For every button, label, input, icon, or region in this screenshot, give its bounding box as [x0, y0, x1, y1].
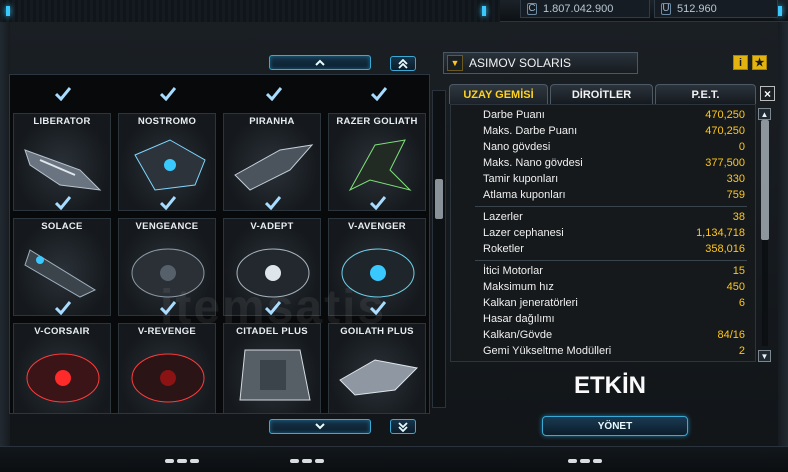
- ship-image: [131, 353, 205, 403]
- top-light: [482, 6, 486, 16]
- ship-card[interactable]: PIRANHA: [223, 113, 321, 211]
- ship-card[interactable]: LIBERATOR: [13, 113, 111, 211]
- ship-selector-value: ASIMOV SOLARIS: [469, 56, 572, 70]
- tab-bar: UZAY GEMİSİ DİROİTLER P.E.T.: [449, 84, 756, 104]
- ship-grid[interactable]: LIBERATOR NOSTROMO PIRANHA RAZER GOLIATH…: [9, 74, 430, 414]
- check-icon: [160, 87, 176, 101]
- chevron-down-icon: [315, 423, 325, 430]
- ship-image: [348, 139, 412, 192]
- stat-row: Maksimum hız 450: [483, 281, 745, 293]
- ship-name: V-CORSAIR: [34, 326, 90, 337]
- frame-edge: [778, 22, 788, 452]
- ship-image: [339, 359, 419, 396]
- ship-list-scrollbar[interactable]: [432, 90, 446, 408]
- bottom-indicator: [568, 459, 602, 463]
- star-icon[interactable]: ★: [752, 55, 767, 70]
- top-decoration: [0, 0, 500, 22]
- top-light: [778, 6, 782, 16]
- top-light: [6, 6, 10, 16]
- ship-name: V-ADEPT: [250, 221, 294, 232]
- tab-drones[interactable]: DİROİTLER: [550, 84, 653, 104]
- stat-row: Gemi Yükseltme Modülleri 2: [483, 345, 745, 357]
- ship-name: RAZER GOLIATH: [336, 116, 418, 127]
- watermark-text: itemsatis: [160, 281, 387, 334]
- stats-scroll-up-button[interactable]: ▲: [758, 108, 771, 120]
- stat-row: Darbe Puanı 470,250: [483, 109, 745, 121]
- scroll-down-button[interactable]: [269, 419, 371, 434]
- ship-name: PIRANHA: [249, 116, 295, 127]
- check-icon: [55, 87, 71, 101]
- scrollbar-thumb[interactable]: [761, 120, 769, 240]
- check-icon: [55, 301, 71, 315]
- check-icon: [265, 196, 281, 210]
- ship-card[interactable]: V-REVENGE: [118, 323, 216, 413]
- scroll-top-button[interactable]: [390, 56, 416, 71]
- ship-card[interactable]: GOILATH PLUS: [328, 323, 426, 413]
- top-bar: C 1.807.042.900 U 512.960: [0, 0, 788, 22]
- stat-row: Hasar dağılımı: [483, 313, 555, 325]
- stat-row: Kalkan jeneratörleri 6: [483, 297, 745, 309]
- stats-scroll-down-button[interactable]: ▼: [758, 350, 771, 362]
- stat-row: Lazerler 38: [483, 211, 745, 223]
- ship-image: [134, 139, 206, 191]
- ship-image: [26, 353, 100, 403]
- bottom-bar: [0, 446, 788, 472]
- check-icon: [370, 196, 386, 210]
- status-label: ETKİN: [574, 372, 646, 399]
- stat-row: Kalkan/Gövde 84/16: [483, 329, 745, 341]
- credits-display: C 1.807.042.900: [520, 0, 650, 18]
- ship-name: VENGEANCE: [135, 221, 199, 232]
- uridium-display: U 512.960: [654, 0, 778, 18]
- ship-image: [239, 349, 311, 401]
- ship-card[interactable]: RAZER GOLIATH: [328, 113, 426, 211]
- ship-card[interactable]: NOSTROMO: [118, 113, 216, 211]
- stat-row: Maks. Darbe Puanı 470,250: [483, 125, 745, 137]
- chevron-up-icon: [315, 59, 325, 66]
- check-icon: [55, 196, 71, 210]
- ship-name: NOSTROMO: [137, 116, 197, 127]
- section-divider: [475, 260, 747, 261]
- ship-image: [24, 149, 102, 191]
- tab-pet[interactable]: P.E.T.: [655, 84, 756, 104]
- ship-name: SOLACE: [41, 221, 83, 232]
- ship-card[interactable]: V-CORSAIR: [13, 323, 111, 413]
- ship-selector[interactable]: ▼ ASIMOV SOLARIS: [443, 52, 638, 74]
- stat-row: Tamir kuponları 330: [483, 173, 745, 185]
- section-divider: [475, 206, 747, 207]
- scroll-up-button[interactable]: [269, 55, 371, 70]
- uridium-value: 512.960: [677, 2, 717, 15]
- stat-row: Atlama kuponları 759: [483, 189, 745, 201]
- close-icon[interactable]: ×: [760, 86, 775, 101]
- scroll-bottom-button[interactable]: [390, 419, 416, 434]
- ship-stats-panel: Darbe Puanı 470,250 Maks. Darbe Puanı 470,…: [450, 104, 756, 362]
- stat-row: Lazer cephanesi 1,134,718: [483, 227, 745, 239]
- credits-icon: C: [527, 2, 537, 15]
- stats-scrollbar[interactable]: ▲ ▼: [758, 108, 772, 362]
- stat-row: Nano gövdesi 0: [483, 141, 745, 153]
- manage-button[interactable]: YÖNET: [542, 416, 688, 436]
- tab-ship[interactable]: UZAY GEMİSİ: [449, 84, 548, 104]
- check-icon: [371, 87, 387, 101]
- stat-row: Roketler 358,016: [483, 243, 745, 255]
- ship-card[interactable]: CITADEL PLUS: [223, 323, 321, 413]
- ship-image: [24, 249, 97, 298]
- check-icon: [266, 87, 282, 101]
- bottom-indicator: [165, 459, 199, 463]
- bottom-indicator: [290, 459, 324, 463]
- credits-value: 1.807.042.900: [543, 2, 614, 15]
- uridium-icon: U: [661, 2, 671, 15]
- double-chevron-up-icon: [398, 58, 408, 69]
- ship-image: [234, 144, 314, 191]
- scrollbar-thumb[interactable]: [435, 179, 443, 219]
- dropdown-arrow-icon: ▼: [447, 55, 463, 71]
- stat-row: Maks. Nano gövdesi 377,500: [483, 157, 745, 169]
- double-chevron-down-icon: [398, 421, 408, 432]
- info-icon[interactable]: i: [733, 55, 748, 70]
- check-icon: [160, 196, 176, 210]
- ship-name: V-AVENGER: [348, 221, 406, 232]
- ship-name: LIBERATOR: [33, 116, 91, 127]
- ship-card[interactable]: SOLACE: [13, 218, 111, 316]
- stat-row: İtici Motorlar 15: [483, 265, 745, 277]
